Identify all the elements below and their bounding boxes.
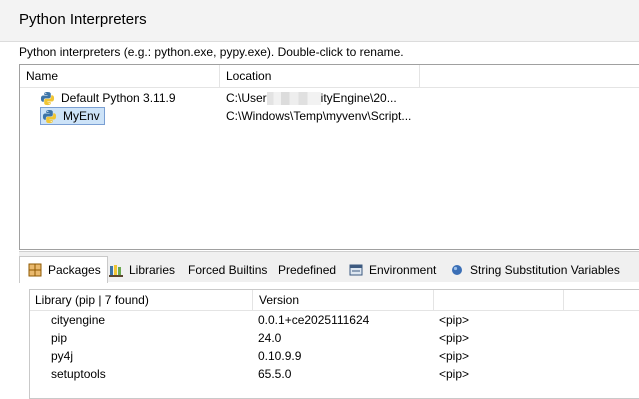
package-row[interactable]: py4j 0.10.9.9 <pip> (30, 347, 639, 365)
python-icon (42, 109, 57, 123)
column-header-version[interactable]: Version (253, 290, 433, 310)
python-icon (40, 91, 55, 105)
package-row[interactable]: cityengine 0.0.1+ce2025111624 <pip> (30, 311, 639, 329)
package-source: <pip> (439, 367, 470, 381)
page-title: Python Interpreters (19, 11, 147, 28)
tab-label: String Substitution Variables (470, 263, 620, 277)
tab-forced-builtins[interactable]: Forced Builtins (188, 260, 267, 280)
tab-string-substitution-variables[interactable]: String Substitution Variables (450, 260, 620, 280)
packages-table-header: Library (pip | 7 found) Version (30, 290, 639, 311)
tab-label: Forced Builtins (188, 263, 268, 277)
redacted-text (266, 92, 321, 106)
description-label: Python interpreters (e.g.: python.exe, p… (19, 45, 404, 59)
packages-icon (28, 263, 42, 277)
interpreter-row-selected[interactable]: MyEnv C:\Windows\Temp\myvenv\Script... (20, 107, 639, 125)
tab-label: Packages (48, 263, 101, 277)
package-library: setuptools (51, 367, 106, 381)
interpreter-name-cell: MyEnv (40, 107, 105, 125)
column-header-location[interactable]: Location (220, 65, 419, 87)
tab-bar: Packages Libraries Forced Builtins Prede… (19, 251, 639, 283)
tab-label: Environment (369, 263, 437, 277)
package-version: 0.10.9.9 (258, 349, 302, 363)
tab-label: Libraries (129, 263, 176, 277)
package-version: 0.0.1+ce2025111624 (258, 313, 370, 327)
interpreter-name: Default Python 3.11.9 (61, 91, 176, 105)
column-header-library[interactable]: Library (pip | 7 found) (30, 290, 252, 310)
interpreter-name-cell: Default Python 3.11.9 (40, 89, 176, 107)
environment-icon (349, 264, 363, 276)
interpreter-location-cell: C:\Windows\Temp\myvenv\Script... (226, 109, 412, 123)
package-row[interactable]: pip 24.0 <pip> (30, 329, 639, 347)
package-version: 24.0 (258, 331, 282, 345)
tab-libraries[interactable]: Libraries (109, 260, 175, 280)
interpreter-location-cell: C:\User ityEngine\20... (226, 89, 397, 107)
column-divider[interactable] (433, 290, 434, 310)
column-divider[interactable] (419, 65, 420, 87)
tab-predefined[interactable]: Predefined (278, 260, 336, 280)
interpreters-table-header: Name Location (20, 65, 639, 88)
package-source: <pip> (439, 331, 470, 345)
variables-icon (452, 265, 462, 275)
package-row[interactable]: setuptools 65.5.0 <pip> (30, 365, 639, 383)
libraries-icon (109, 265, 123, 277)
interpreter-row[interactable]: Default Python 3.11.9 C:\User ityEngine\2… (20, 89, 639, 107)
package-library: pip (51, 331, 68, 345)
interpreter-location-prefix: C:\User (226, 91, 267, 105)
column-header-name[interactable]: Name (20, 65, 219, 87)
title-bar: Python Interpreters (0, 0, 639, 42)
package-source: <pip> (439, 349, 470, 363)
package-source: <pip> (439, 313, 470, 327)
package-library: py4j (51, 349, 74, 363)
package-version: 65.5.0 (258, 367, 292, 381)
selection-highlight[interactable]: MyEnv (40, 107, 105, 125)
tab-packages[interactable]: Packages (19, 256, 108, 283)
tab-label: Predefined (278, 263, 337, 277)
packages-table[interactable]: Library (pip | 7 found) Version cityengi… (29, 289, 639, 399)
interpreter-location-suffix: ityEngine\20... (320, 91, 397, 105)
interpreters-table[interactable]: Name Location Default Python 3.11.9 C:\U… (19, 64, 639, 250)
interpreter-name: MyEnv (63, 108, 100, 123)
tab-environment[interactable]: Environment (349, 260, 436, 280)
column-divider[interactable] (563, 290, 564, 310)
package-library: cityengine (51, 313, 106, 327)
